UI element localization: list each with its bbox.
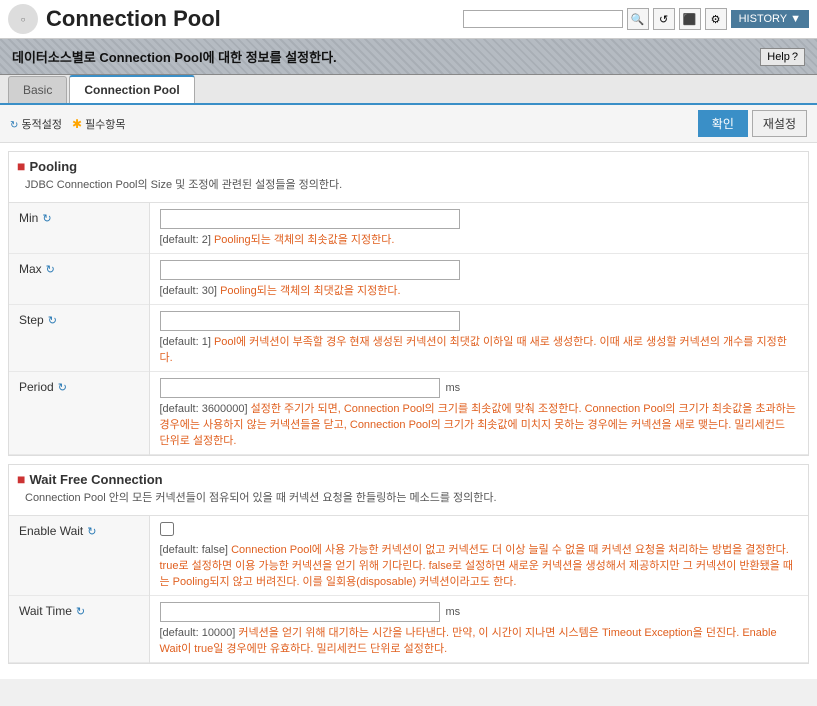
wait-time-input-row: ms — [160, 602, 799, 622]
table-row: Wait Time ↻ ms [default: 10000] 커넥션을 얻기 … — [9, 596, 808, 663]
max-label-cell: Max ↻ — [9, 254, 149, 305]
main-content: ■ Pooling JDBC Connection Pool의 Size 및 조… — [0, 143, 817, 679]
wait-title-icon: ■ — [17, 471, 25, 487]
wait-section-desc: Connection Pool 안의 모든 커넥션들이 점유되어 있을 때 커넥… — [17, 487, 800, 509]
max-input[interactable] — [160, 260, 460, 280]
help-label: Help — [767, 51, 790, 63]
help-icon: ? — [792, 51, 798, 63]
max-reload-icon[interactable]: ↻ — [46, 263, 55, 276]
wait-form-table: Enable Wait ↻ [default: false] Connectio… — [9, 516, 808, 663]
wait-time-hint: [default: 10000] 커넥션을 얻기 위해 대기하는 시간을 나타낸… — [160, 624, 799, 656]
min-input[interactable] — [160, 209, 460, 229]
period-input[interactable] — [160, 378, 440, 398]
settings-button[interactable]: ⚙ — [705, 8, 727, 30]
max-value-cell: [default: 30] Pooling되는 객체의 최댓값을 지정한다. — [149, 254, 808, 305]
pooling-section-header: ■ Pooling JDBC Connection Pool의 Size 및 조… — [9, 152, 808, 203]
tab-connection-pool[interactable]: Connection Pool — [69, 75, 194, 103]
pooling-title-text: Pooling — [29, 159, 77, 174]
history-arrow: ▼ — [790, 13, 801, 25]
max-hint: [default: 30] Pooling되는 객체의 최댓값을 지정한다. — [160, 282, 799, 298]
required-icon: ✱ — [72, 117, 82, 131]
wait-section-title: ■ Wait Free Connection — [17, 471, 800, 487]
table-row: Min ↻ [default: 2] Pooling되는 객체의 최솟값을 지정… — [9, 203, 808, 254]
step-label: Step ↻ — [19, 313, 139, 327]
step-input[interactable] — [160, 311, 460, 331]
table-row: Max ↻ [default: 30] Pooling되는 객체의 최댓값을 지… — [9, 254, 808, 305]
period-unit: ms — [446, 382, 461, 394]
wait-time-input[interactable] — [160, 602, 440, 622]
required-label: 필수항목 — [85, 119, 125, 131]
period-reload-icon[interactable]: ↻ — [58, 381, 67, 394]
tab-basic[interactable]: Basic — [8, 76, 67, 103]
top-bar: ○ Connection Pool 🔍 ↺ ⬛ ⚙ HISTORY ▼ — [0, 0, 817, 39]
max-label: Max ↻ — [19, 262, 139, 276]
step-value-cell: [default: 1] Pool에 커넥션이 부족할 경우 현재 생성된 커넥… — [149, 305, 808, 372]
enable-wait-checkbox[interactable] — [160, 522, 174, 536]
table-row: Period ↻ ms [default: 3600000] 설정한 주기가 되… — [9, 372, 808, 455]
enable-wait-hint: [default: false] Connection Pool에 사용 가능한… — [160, 541, 799, 589]
table-row: Enable Wait ↻ [default: false] Connectio… — [9, 516, 808, 596]
min-label-cell: Min ↻ — [9, 203, 149, 254]
pooling-section-title: ■ Pooling — [17, 158, 800, 174]
wait-title-text: Wait Free Connection — [29, 472, 162, 487]
wait-time-value-cell: ms [default: 10000] 커넥션을 얻기 위해 대기하는 시간을 … — [149, 596, 808, 663]
title-area: ○ Connection Pool — [8, 4, 221, 34]
step-reload-icon[interactable]: ↻ — [48, 314, 57, 327]
required-item: ✱ 필수항목 — [72, 116, 126, 132]
app-icon: ○ — [8, 4, 38, 34]
refresh-button[interactable]: ↺ — [653, 8, 675, 30]
description-bar: 데이터소스별로 Connection Pool에 대한 정보를 설정한다. He… — [0, 39, 817, 75]
min-value-cell: [default: 2] Pooling되는 객체의 최솟값을 지정한다. — [149, 203, 808, 254]
enable-wait-label-cell: Enable Wait ↻ — [9, 516, 149, 596]
step-hint: [default: 1] Pool에 커넥션이 부족할 경우 현재 생성된 커넥… — [160, 333, 799, 365]
wait-time-label: Wait Time ↻ — [19, 604, 139, 618]
page-title: Connection Pool — [46, 6, 221, 32]
period-label: Period ↻ — [19, 380, 139, 394]
confirm-button[interactable]: 확인 — [698, 110, 748, 137]
step-label-cell: Step ↻ — [9, 305, 149, 372]
period-label-cell: Period ↻ — [9, 372, 149, 455]
dynamic-icon: ↻ — [10, 120, 18, 131]
table-row: Step ↻ [default: 1] Pool에 커넥션이 부족할 경우 현재… — [9, 305, 808, 372]
enable-wait-label: Enable Wait ↻ — [19, 524, 139, 538]
min-hint: [default: 2] Pooling되는 객체의 최솟값을 지정한다. — [160, 231, 799, 247]
enable-wait-value-cell: [default: false] Connection Pool에 사용 가능한… — [149, 516, 808, 596]
help-button[interactable]: Help ? — [760, 48, 805, 66]
dynamic-label: 동적설정 — [21, 119, 61, 131]
toolbar: ↻ 동적설정 ✱ 필수항목 확인 재설정 — [0, 105, 817, 143]
history-label: HISTORY — [739, 13, 788, 25]
min-reload-icon[interactable]: ↻ — [42, 212, 51, 225]
wait-time-label-cell: Wait Time ↻ — [9, 596, 149, 663]
search-input[interactable] — [463, 10, 623, 28]
toolbar-right: 확인 재설정 — [698, 110, 807, 137]
enable-wait-reload-icon[interactable]: ↻ — [87, 525, 96, 538]
search-button[interactable]: 🔍 — [627, 8, 649, 30]
export-button[interactable]: ⬛ — [679, 8, 701, 30]
top-right-controls: 🔍 ↺ ⬛ ⚙ HISTORY ▼ — [463, 8, 809, 30]
period-value-cell: ms [default: 3600000] 설정한 주기가 되면, Connec… — [149, 372, 808, 455]
toolbar-left: ↻ 동적설정 ✱ 필수항목 — [10, 116, 126, 132]
pooling-section-desc: JDBC Connection Pool의 Size 및 조정에 관련된 설정들… — [17, 174, 800, 196]
pooling-form-table: Min ↻ [default: 2] Pooling되는 객체의 최솟값을 지정… — [9, 203, 808, 455]
description-text: 데이터소스별로 Connection Pool에 대한 정보를 설정한다. — [12, 47, 337, 66]
dynamic-setting: ↻ 동적설정 — [10, 116, 62, 132]
pooling-title-icon: ■ — [17, 158, 25, 174]
period-hint: [default: 3600000] 설정한 주기가 되면, Connectio… — [160, 400, 799, 448]
pooling-section: ■ Pooling JDBC Connection Pool의 Size 및 조… — [8, 151, 809, 456]
tab-connection-pool-label: Connection Pool — [84, 83, 179, 97]
reset-button[interactable]: 재설정 — [752, 110, 807, 137]
history-button[interactable]: HISTORY ▼ — [731, 10, 809, 28]
tabs-area: Basic Connection Pool — [0, 75, 817, 105]
wait-time-unit: ms — [446, 606, 461, 618]
min-label: Min ↻ — [19, 211, 139, 225]
wait-section-header: ■ Wait Free Connection Connection Pool 안… — [9, 465, 808, 516]
period-input-row: ms — [160, 378, 799, 398]
wait-section: ■ Wait Free Connection Connection Pool 안… — [8, 464, 809, 664]
wait-time-reload-icon[interactable]: ↻ — [76, 605, 85, 618]
tab-basic-label: Basic — [23, 83, 52, 97]
